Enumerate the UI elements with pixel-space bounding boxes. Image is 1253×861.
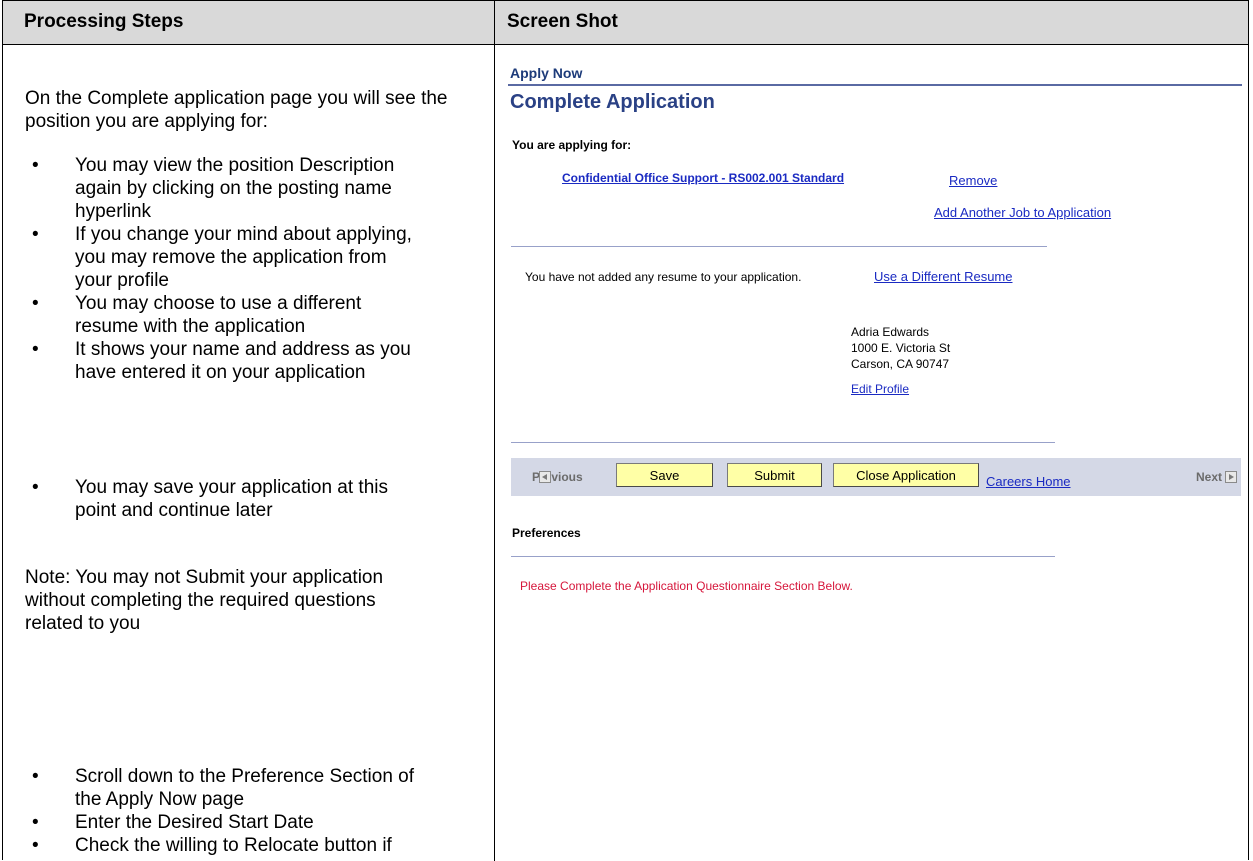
table-header-row: Processing Steps Screen Shot	[3, 1, 1248, 45]
step-remove-application: If you change your mind about applying, …	[25, 223, 415, 292]
job-posting-link[interactable]: Confidential Office Support - RS002.001 …	[562, 171, 844, 185]
step-relocate: Check the willing to Relocate button if	[25, 834, 415, 857]
divider	[511, 246, 1047, 247]
questionnaire-notice: Please Complete the Application Question…	[520, 579, 853, 593]
step-enter-start-date: Enter the Desired Start Date	[25, 811, 415, 834]
step-name-address: It shows your name and address as you ha…	[25, 338, 415, 384]
step-different-resume: You may choose to use a different resume…	[25, 292, 415, 338]
note-text: Note: You may not Submit your applicatio…	[25, 567, 384, 634]
edit-profile-link[interactable]: Edit Profile	[851, 382, 909, 396]
breadcrumb: Apply Now	[510, 65, 583, 81]
steps-list: You may view the position Description ag…	[25, 154, 485, 384]
preferences-heading: Preferences	[512, 526, 581, 540]
page-title: Complete Application	[510, 91, 715, 113]
next-button[interactable]: Next	[1196, 470, 1238, 484]
arrow-left-icon	[539, 471, 551, 483]
no-resume-text: You have not added any resume to your ap…	[525, 270, 802, 284]
step-save-application: You may save your application at this po…	[25, 476, 415, 522]
application-toolbar: Previous Save Submit Close Application C…	[511, 458, 1241, 496]
arrow-right-icon	[1225, 471, 1238, 483]
submit-button[interactable]: Submit	[727, 463, 822, 487]
careers-home-link[interactable]: Careers Home	[986, 474, 1071, 489]
steps-list-save: You may save your application at this po…	[25, 476, 485, 522]
next-label: Next	[1196, 470, 1223, 484]
breadcrumb-divider	[508, 84, 1242, 86]
intro-text: On the Complete application page you wil…	[25, 88, 448, 132]
column-divider	[494, 1, 495, 861]
close-application-button[interactable]: Close Application	[833, 463, 979, 487]
save-button[interactable]: Save	[616, 463, 713, 487]
applicant-street: 1000 E. Victoria St	[851, 341, 951, 355]
step-scroll-preferences: Scroll down to the Preference Section of…	[25, 765, 415, 811]
divider	[511, 442, 1055, 443]
add-another-job-link[interactable]: Add Another Job to Application	[934, 205, 1111, 220]
previous-button[interactable]: Previous	[517, 470, 583, 484]
header-screen-shot: Screen Shot	[507, 11, 618, 32]
remove-link[interactable]: Remove	[949, 173, 997, 188]
step-view-description: You may view the position Description ag…	[25, 154, 415, 223]
divider	[511, 556, 1055, 557]
applicant-name: Adria Edwards	[851, 325, 930, 339]
use-different-resume-link[interactable]: Use a Different Resume	[874, 269, 1013, 284]
screenshot-panel: Apply Now Complete Application You are a…	[508, 58, 1244, 658]
header-processing-steps: Processing Steps	[24, 11, 184, 32]
applying-for-label: You are applying for:	[512, 138, 632, 152]
applicant-city: Carson, CA 90747	[851, 357, 950, 371]
applicant-address: Adria Edwards 1000 E. Victoria St Carson…	[851, 324, 950, 372]
steps-list-preferences: Scroll down to the Preference Section of…	[25, 765, 485, 857]
